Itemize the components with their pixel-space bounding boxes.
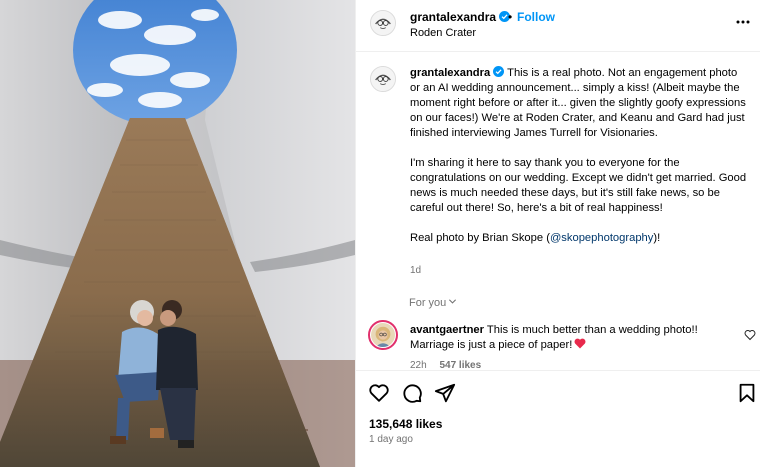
share-icon[interactable] — [434, 382, 456, 404]
heart-icon[interactable] — [368, 382, 390, 404]
for-you-toggle[interactable]: For you — [409, 297, 457, 309]
follow-button[interactable]: Follow — [517, 10, 555, 24]
author-username-text[interactable]: grantalexandra — [410, 10, 496, 24]
bookmark-icon[interactable] — [736, 382, 758, 404]
post-photo[interactable] — [0, 0, 355, 467]
separator-dot: • — [508, 10, 513, 24]
post-header: grantalexandra • Follow Roden Crater — [356, 0, 760, 52]
author-avatar[interactable] — [370, 10, 396, 36]
comment-heart-icon[interactable] — [744, 329, 756, 341]
location-link[interactable]: Roden Crater — [410, 27, 476, 39]
caption-credit-suffix: )! — [653, 232, 661, 244]
caption-credit-prefix: Real photo by Brian Skope ( — [410, 232, 550, 244]
commenter-avatar[interactable] — [368, 320, 398, 350]
caption-paragraph-2: I'm sharing it here to say thank you to … — [410, 157, 747, 214]
commenter-username[interactable]: avantgaertner — [410, 324, 484, 336]
caption-paragraph-1: grantalexandra This is a real photo. Not… — [410, 66, 748, 141]
verified-badge-icon — [493, 66, 505, 77]
photo-illustration — [0, 0, 355, 467]
photographer-mention-link[interactable]: @skopephotography — [550, 232, 653, 244]
author-username[interactable]: grantalexandra — [410, 10, 511, 24]
post-actions-bar: 135,648 likes 1 day ago — [356, 370, 760, 467]
red-heart-emoji-icon — [574, 338, 586, 349]
caption-author-avatar[interactable] — [370, 66, 396, 92]
post-like-count[interactable]: 135,648 likes — [369, 417, 442, 431]
post-details-panel: grantalexandra • Follow Roden Crater gra… — [355, 0, 760, 467]
comment-icon[interactable] — [401, 382, 423, 404]
more-options-icon[interactable] — [735, 14, 751, 30]
comment-item: avantgaertner This is much better than a… — [410, 323, 730, 353]
post-caption: grantalexandra This is a real photo. Not… — [410, 66, 748, 261]
for-you-label: For you — [409, 297, 447, 309]
post-date[interactable]: 1 day ago — [369, 434, 413, 445]
caption-paragraph-3: Real photo by Brian Skope (@skopephotogr… — [410, 231, 748, 246]
caption-username[interactable]: grantalexandra — [410, 67, 490, 79]
caption-timestamp[interactable]: 1d — [410, 265, 421, 276]
chevron-down-icon — [449, 299, 457, 304]
